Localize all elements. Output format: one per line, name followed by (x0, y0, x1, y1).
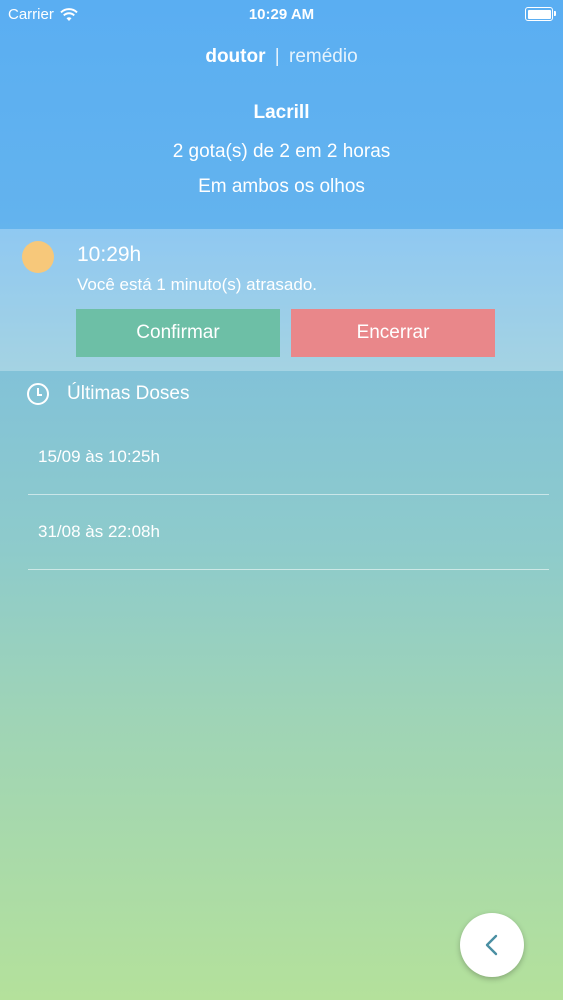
medicine-dosage: 2 gota(s) de 2 em 2 horas (172, 141, 391, 162)
battery-icon (525, 7, 556, 21)
dose-list-item[interactable]: 31/08 às 22:08h (28, 495, 549, 570)
sun-icon (22, 241, 54, 273)
reminder-time: 10:29h (77, 243, 142, 266)
section-title: remédio (289, 46, 358, 67)
dose-date-label: 15/09 às 10:25h (38, 447, 160, 466)
reminder-status: Você está 1 minuto(s) atrasado. (77, 275, 318, 294)
clock-icon (27, 383, 49, 405)
chevron-left-icon (485, 934, 498, 956)
dose-list-item[interactable]: 15/09 às 10:25h (28, 420, 549, 495)
dose-list: 15/09 às 10:25h 31/08 às 22:08h (28, 420, 549, 570)
app-brand: doutor (205, 46, 266, 67)
status-time: 10:29 AM (248, 6, 315, 23)
medicine-name: Lacrill (253, 102, 310, 123)
back-button[interactable] (460, 913, 524, 977)
title-separator: | (274, 46, 280, 67)
dose-date-label: 31/08 às 22:08h (38, 522, 160, 541)
nav-title: doutor | remédio (0, 46, 563, 68)
end-button[interactable]: Encerrar (291, 309, 495, 357)
last-doses-title: Últimas Doses (67, 383, 190, 404)
medicine-instructions: Em ambos os olhos (198, 176, 365, 197)
confirm-button[interactable]: Confirmar (76, 309, 280, 357)
last-doses-header: Últimas Doses (27, 383, 189, 405)
status-bar: Carrier 10:29 AM (0, 0, 563, 30)
reminder-panel: 10:29h Você está 1 minuto(s) atrasado. C… (0, 229, 563, 371)
